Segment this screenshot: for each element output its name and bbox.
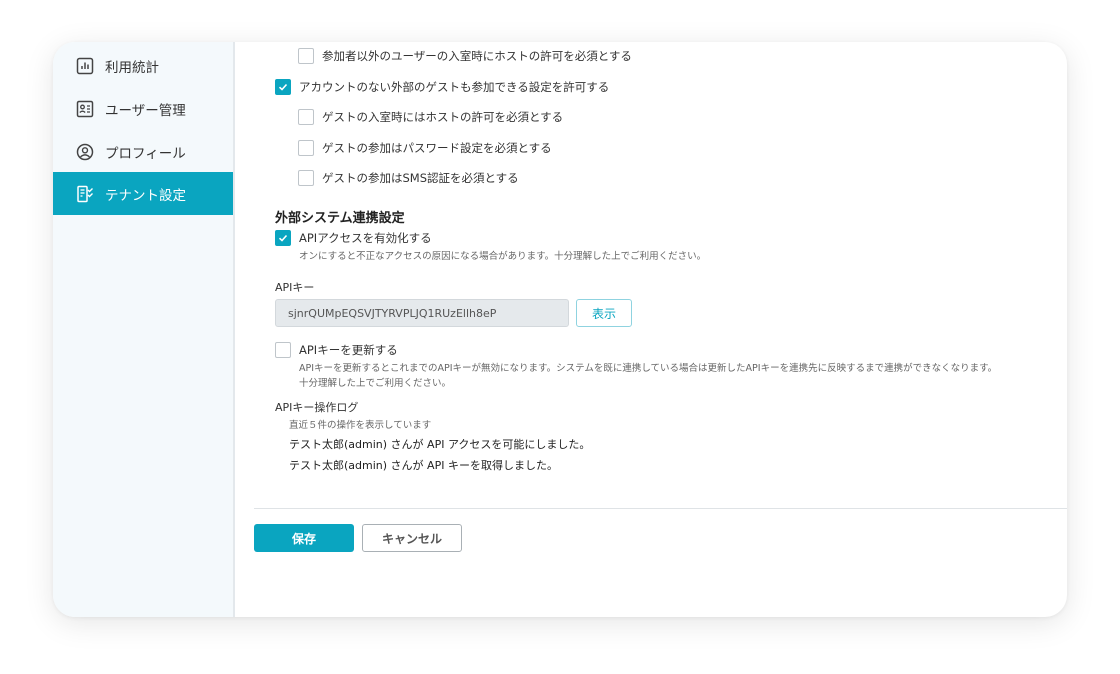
api-log-heading: APIキー操作ログ [275,401,359,414]
api-key-label: APIキー [275,281,315,294]
setting-host-permission-non-participant[interactable]: 参加者以外のユーザーの入室時にホストの許可を必須とする [298,48,632,64]
log-entry: テスト太郎(admin) さんが API キーを取得しました。 [289,459,558,472]
api-key-field[interactable]: sjnrQUMpEQSVJTYRVPLJQ1RUzEllh8eP [275,299,569,327]
checkbox-checked[interactable] [275,230,291,246]
section-heading-external-system: 外部システム連携設定 [275,211,405,226]
setting-renew-api-key[interactable]: APIキーを更新する [275,342,398,358]
check-icon [278,234,288,242]
renew-note-line-1: APIキーを更新するとこれまでのAPIキーが無効になります。システムを既に連携し… [299,363,998,374]
renew-note-line-2: 十分理解した上でご利用ください。 [299,378,452,389]
sidebar-item-usage-stats[interactable]: 利用統計 [53,44,233,87]
checkbox-label: 参加者以外のユーザーの入室時にホストの許可を必須とする [322,49,632,63]
setting-allow-external-guests[interactable]: アカウントのない外部のゲストも参加できる設定を許可する [275,79,609,95]
main-content: 参加者以外のユーザーの入室時にホストの許可を必須とする アカウントのない外部のゲ… [235,42,1067,617]
checkbox[interactable] [298,170,314,186]
setting-guest-sms[interactable]: ゲストの参加はSMS認証を必須とする [298,170,519,186]
checkbox-label: ゲストの参加はSMS認証を必須とする [322,171,519,185]
checkbox-label: アカウントのない外部のゲストも参加できる設定を許可する [299,80,610,94]
setting-guest-password[interactable]: ゲストの参加はパスワード設定を必須とする [298,140,552,156]
setting-enable-api[interactable]: APIアクセスを有効化する [275,230,432,246]
checkbox-label: ゲストの入室時にはホストの許可を必須とする [322,110,564,124]
sidebar-item-tenant-settings[interactable]: テナント設定 [53,172,233,215]
log-entry: テスト太郎(admin) さんが API アクセスを可能にしました。 [289,438,591,451]
sidebar-item-label: ユーザー管理 [105,102,186,119]
setting-guest-host-permission[interactable]: ゲストの入室時にはホストの許可を必須とする [298,109,563,125]
sidebar-item-label: テナント設定 [105,187,186,204]
enable-api-note: オンにすると不正なアクセスの原因になる場合があります。十分理解した上でご利用くだ… [299,251,707,262]
check-icon [278,83,288,91]
checkbox-label: APIアクセスを有効化する [299,231,432,245]
sidebar-item-label: プロフィール [105,145,186,162]
save-button[interactable]: 保存 [254,524,354,552]
sidebar: 利用統計 ユーザー管理 プロフィール テナント設定 [53,42,235,617]
checkbox[interactable] [298,109,314,125]
checkbox-label: ゲストの参加はパスワード設定を必須とする [322,141,552,155]
tenant-settings-icon [75,184,95,204]
checkbox[interactable] [298,48,314,64]
divider [254,508,1067,509]
api-key-value: sjnrQUMpEQSVJTYRVPLJQ1RUzEllh8eP [288,306,497,320]
id-card-icon [75,99,95,119]
checkbox[interactable] [275,342,291,358]
app-window: 利用統計 ユーザー管理 プロフィール テナント設定 参加者以外のユーザーの入室時… [53,42,1067,617]
api-log-note: 直近５件の操作を表示しています [289,420,432,431]
cancel-button[interactable]: キャンセル [362,524,462,552]
checkbox[interactable] [298,140,314,156]
sidebar-item-user-management[interactable]: ユーザー管理 [53,87,233,130]
sidebar-item-label: 利用統計 [105,59,159,76]
user-circle-icon [75,142,95,162]
bar-chart-icon [75,56,95,76]
show-api-key-button[interactable]: 表示 [576,299,632,327]
sidebar-item-profile[interactable]: プロフィール [53,130,233,173]
checkbox-checked[interactable] [275,79,291,95]
checkbox-label: APIキーを更新する [299,343,398,357]
